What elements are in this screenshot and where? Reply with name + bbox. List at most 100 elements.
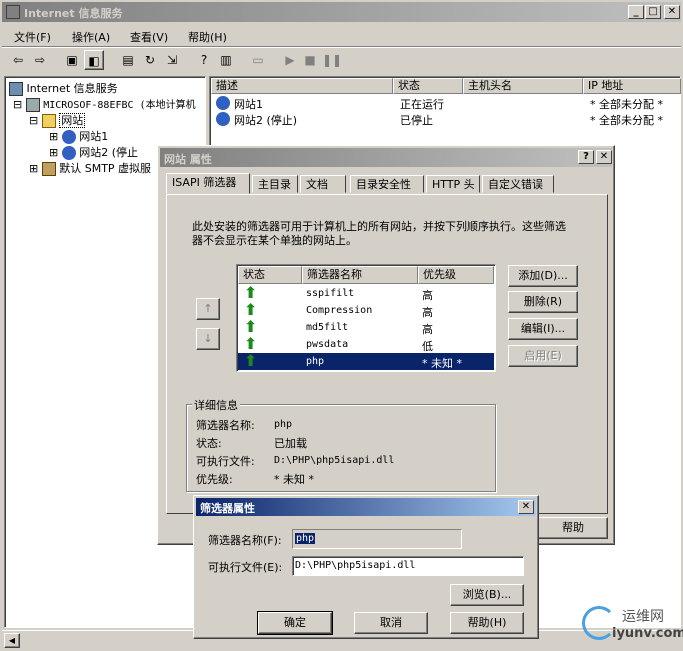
console-icon[interactable]: ▥: [216, 50, 236, 70]
menu-bar: 文件(F) 操作(A) 查看(V) 帮助(H): [2, 25, 681, 45]
exe-path-field[interactable]: D:\PHP\php5isapi.dll: [292, 556, 524, 576]
details-label: 详细信息: [192, 397, 240, 413]
detail-exe-value: D:\PHP\php5isapi.dll: [274, 455, 395, 466]
back-icon[interactable]: ⇦: [8, 50, 28, 70]
tree-site2[interactable]: ⊞ 网站2 (停止: [49, 144, 138, 160]
tree-sites[interactable]: ⊟ 网站: [29, 112, 86, 128]
table-row[interactable]: ⬆ sspifilt 高: [238, 283, 494, 302]
col-status[interactable]: 状态: [393, 78, 463, 94]
cancel-button[interactable]: 取消: [354, 612, 428, 634]
show-tree-icon[interactable]: ◧: [84, 50, 104, 70]
expand-icon[interactable]: ⊞: [49, 130, 58, 143]
main-title: Internet 信息服务: [24, 7, 123, 20]
menu-view[interactable]: 查看(V): [130, 29, 168, 45]
close-button[interactable]: ✕: [664, 5, 680, 19]
tree-site1[interactable]: ⊞ 网站1: [49, 128, 108, 144]
menu-action[interactable]: 操作(A): [72, 29, 110, 45]
table-row[interactable]: ⬆ md5filt 高: [238, 317, 494, 336]
tab-strip: ISAPI 筛选器 主目录 文档 目录安全性 HTTP 头 自定义错误: [166, 173, 606, 195]
menu-help[interactable]: 帮助(H): [188, 29, 227, 45]
help-icon[interactable]: ?: [194, 50, 214, 70]
filter-description: 此处安装的筛选器可用于计算机上的所有网站，并按下列顺序执行。这些筛选器不会显示在…: [192, 220, 566, 247]
main-titlebar: Internet 信息服务 _ □ ✕: [2, 2, 681, 22]
edit-filter-button[interactable]: 编辑(I)...: [508, 318, 578, 340]
collapse-icon[interactable]: ⊟: [29, 114, 38, 127]
iis-icon: [9, 82, 23, 96]
up-folder-icon[interactable]: ▣: [62, 50, 82, 70]
help-button[interactable]: ?: [578, 150, 594, 164]
scroll-left-icon[interactable]: ◀: [4, 633, 20, 648]
detail-priority-label: 优先级:: [196, 473, 233, 486]
detail-status-value: 已加载: [274, 437, 307, 450]
browse-button[interactable]: 浏览(B)...: [450, 584, 524, 606]
tab-directory-security[interactable]: 目录安全性: [350, 175, 424, 193]
properties-dialog: 网站 属性 ? ✕ ISAPI 筛选器 主目录 文档 目录安全性 HTTP 头 …: [157, 145, 615, 545]
col-priority[interactable]: 优先级: [418, 266, 494, 284]
tab-custom-errors[interactable]: 自定义错误: [482, 175, 554, 193]
watermark: 运维网 iyunv.com: [582, 600, 683, 648]
col-status[interactable]: 状态: [238, 266, 302, 284]
filter-list: 状态 筛选器名称 优先级 ⬆ sspifilt 高 ⬆ Compression …: [236, 264, 496, 372]
close-button[interactable]: ✕: [596, 150, 612, 164]
computer-icon: [25, 98, 40, 112]
tree-smtp[interactable]: ⊞ 默认 SMTP 虚拟服: [29, 160, 151, 176]
globe-icon: [216, 96, 230, 110]
help-button[interactable]: 帮助: [538, 517, 608, 539]
filter-name-label: 筛选器名称(F):: [208, 534, 282, 547]
properties-title: 网站 属性: [164, 153, 212, 166]
arrow-up-green-icon: ⬆: [244, 351, 258, 370]
col-host[interactable]: 主机头名: [463, 78, 583, 94]
tree-computer[interactable]: ⊟ MICROSOF-88EFBC (本地计算机: [13, 96, 196, 112]
menu-file[interactable]: 文件(F): [14, 29, 51, 45]
pause-icon[interactable]: ❚❚: [322, 50, 342, 70]
tab-documents[interactable]: 文档: [300, 175, 346, 193]
computer-icon[interactable]: ▭: [248, 50, 268, 70]
move-down-button[interactable]: ↓: [196, 328, 220, 350]
detail-exe-label: 可执行文件:: [196, 455, 255, 468]
tab-isapi[interactable]: ISAPI 筛选器: [166, 173, 250, 194]
collapse-icon[interactable]: ⊟: [13, 98, 22, 111]
tab-http-headers[interactable]: HTTP 头: [426, 175, 480, 193]
properties-icon[interactable]: ▤: [118, 50, 138, 70]
help-button[interactable]: 帮助(H): [450, 612, 524, 634]
stop-icon[interactable]: ■: [300, 50, 320, 70]
expand-icon[interactable]: ⊞: [29, 162, 38, 175]
filter-name-field[interactable]: php: [292, 529, 462, 549]
move-up-button[interactable]: ↑: [196, 298, 220, 320]
list-row[interactable]: 网站1 正在运行 * 全部未分配 *: [214, 95, 678, 111]
table-row[interactable]: ⬆ pwsdata 低: [238, 334, 494, 353]
globe-stopped-icon: [61, 146, 76, 160]
play-icon[interactable]: ▶: [280, 50, 300, 70]
filter-properties-dialog: 筛选器属性 ✕ 筛选器名称(F): php 可执行文件(E): D:\PHP\p…: [193, 495, 539, 639]
filter-properties-title: 筛选器属性: [200, 502, 255, 515]
properties-titlebar: 网站 属性 ? ✕: [160, 148, 612, 167]
expand-icon[interactable]: ⊞: [49, 146, 58, 159]
add-filter-button[interactable]: 添加(D)...: [508, 265, 578, 287]
minimize-button[interactable]: _: [628, 5, 644, 19]
export-icon[interactable]: ⇲: [162, 50, 182, 70]
refresh-icon[interactable]: ↻: [140, 50, 160, 70]
app-icon: [6, 5, 20, 19]
watermark-text: 运维网: [622, 609, 664, 625]
globe-stopped-icon: [216, 112, 230, 126]
detail-name-label: 筛选器名称:: [196, 419, 255, 432]
table-row-selected[interactable]: ⬆ php * 未知 *: [238, 351, 494, 370]
remove-filter-button[interactable]: 删除(R): [508, 291, 578, 313]
col-desc[interactable]: 描述: [211, 78, 393, 94]
detail-status-label: 状态:: [196, 437, 222, 450]
table-row[interactable]: ⬆ Compression 高: [238, 300, 494, 319]
detail-priority-value: * 未知 *: [274, 473, 314, 486]
list-row[interactable]: 网站2 (停止) 已停止 * 全部未分配 *: [214, 111, 678, 127]
ok-button[interactable]: 确定: [257, 611, 333, 635]
globe-icon: [61, 130, 76, 144]
forward-icon[interactable]: ⇨: [30, 50, 50, 70]
tab-home-directory[interactable]: 主目录: [252, 175, 298, 193]
exe-label: 可执行文件(E):: [208, 561, 283, 574]
tree-root[interactable]: Internet 信息服务: [9, 80, 118, 96]
close-button[interactable]: ✕: [518, 500, 534, 514]
watermark-logo-icon: [582, 606, 616, 640]
maximize-button[interactable]: □: [645, 5, 661, 19]
col-filter-name[interactable]: 筛选器名称: [302, 266, 418, 284]
col-ip[interactable]: IP 地址: [583, 78, 681, 94]
enable-filter-button[interactable]: 启用(E): [508, 345, 578, 367]
